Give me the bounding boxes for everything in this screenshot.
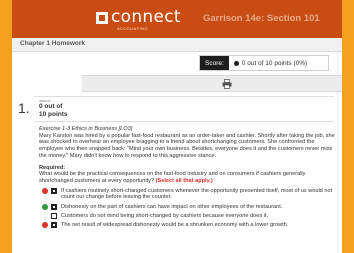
print-bar	[82, 75, 342, 92]
award-score-line2: 10 points	[39, 111, 68, 118]
answer-checkbox[interactable]	[51, 213, 57, 220]
top-bar: connect ACCOUNTING Garrison 14e: Section…	[12, 0, 342, 38]
required-label: Required:	[39, 164, 66, 171]
incorrect-mark-icon	[42, 222, 48, 229]
question-divider-top	[34, 96, 334, 97]
course-title: Garrison 14e: Section 101	[203, 13, 320, 24]
answer-options: If cashiers routinely short-changed cust…	[39, 188, 335, 229]
answer-checkbox[interactable]	[51, 188, 57, 195]
answer-option-text: Customers do not mind being short-change…	[61, 212, 269, 219]
no-mark	[42, 213, 48, 219]
answer-option-text: The net result of widespread dishonesty …	[61, 221, 289, 228]
award-score-line1: 0 out of	[39, 103, 63, 110]
connect-logo[interactable]: connect ACCOUNTING	[96, 8, 181, 31]
answer-option[interactable]: If cashiers routinely short-changed cust…	[39, 188, 335, 201]
logo-subtext: ACCOUNTING	[117, 26, 148, 31]
chapter-bar: Chapter 1 Homework	[12, 38, 342, 52]
logo-mark-icon	[96, 12, 108, 24]
answer-option[interactable]: Customers do not mind being short-change…	[39, 213, 335, 220]
score-label: Score:	[200, 56, 229, 70]
question-divider-bottom	[34, 121, 334, 122]
award-score: 0 out of 10 points	[39, 103, 68, 119]
exercise-body: Mary Karston was hired by a popular fast…	[39, 132, 335, 159]
required-prompt: What would be the practical consequences…	[39, 171, 335, 184]
printer-icon[interactable]	[222, 79, 232, 89]
answer-option[interactable]: The net result of widespread dishonesty …	[39, 222, 335, 229]
answer-option-text: Dishonesty on the part of cashiers can h…	[61, 203, 283, 210]
question-number: 1.	[18, 100, 30, 116]
logo-text: connect	[111, 7, 181, 27]
answer-checkbox[interactable]	[51, 222, 57, 229]
chapter-title: Chapter 1 Homework	[20, 40, 86, 47]
answer-checkbox[interactable]	[51, 204, 57, 211]
incorrect-mark-icon	[42, 188, 48, 195]
exercise-title: Exercise 1-3 Ethics in Business [LO3]	[39, 126, 133, 132]
correct-mark-icon	[42, 204, 48, 211]
score-box: Score: 0 out of 10 points (0%)	[199, 55, 329, 71]
answer-option[interactable]: Dishonesty on the part of cashiers can h…	[39, 204, 335, 211]
answer-option-text: If cashiers routinely short-changed cust…	[61, 187, 333, 201]
select-all-hint: (Select all that apply.)	[155, 177, 213, 184]
main-frame: connect ACCOUNTING Garrison 14e: Section…	[12, 0, 342, 253]
score-status-icon	[233, 60, 239, 66]
question-content: Exercise 1-3 Ethics in Business [LO3] Ma…	[39, 126, 335, 231]
score-value: 0 out of 10 points (0%)	[241, 59, 308, 67]
